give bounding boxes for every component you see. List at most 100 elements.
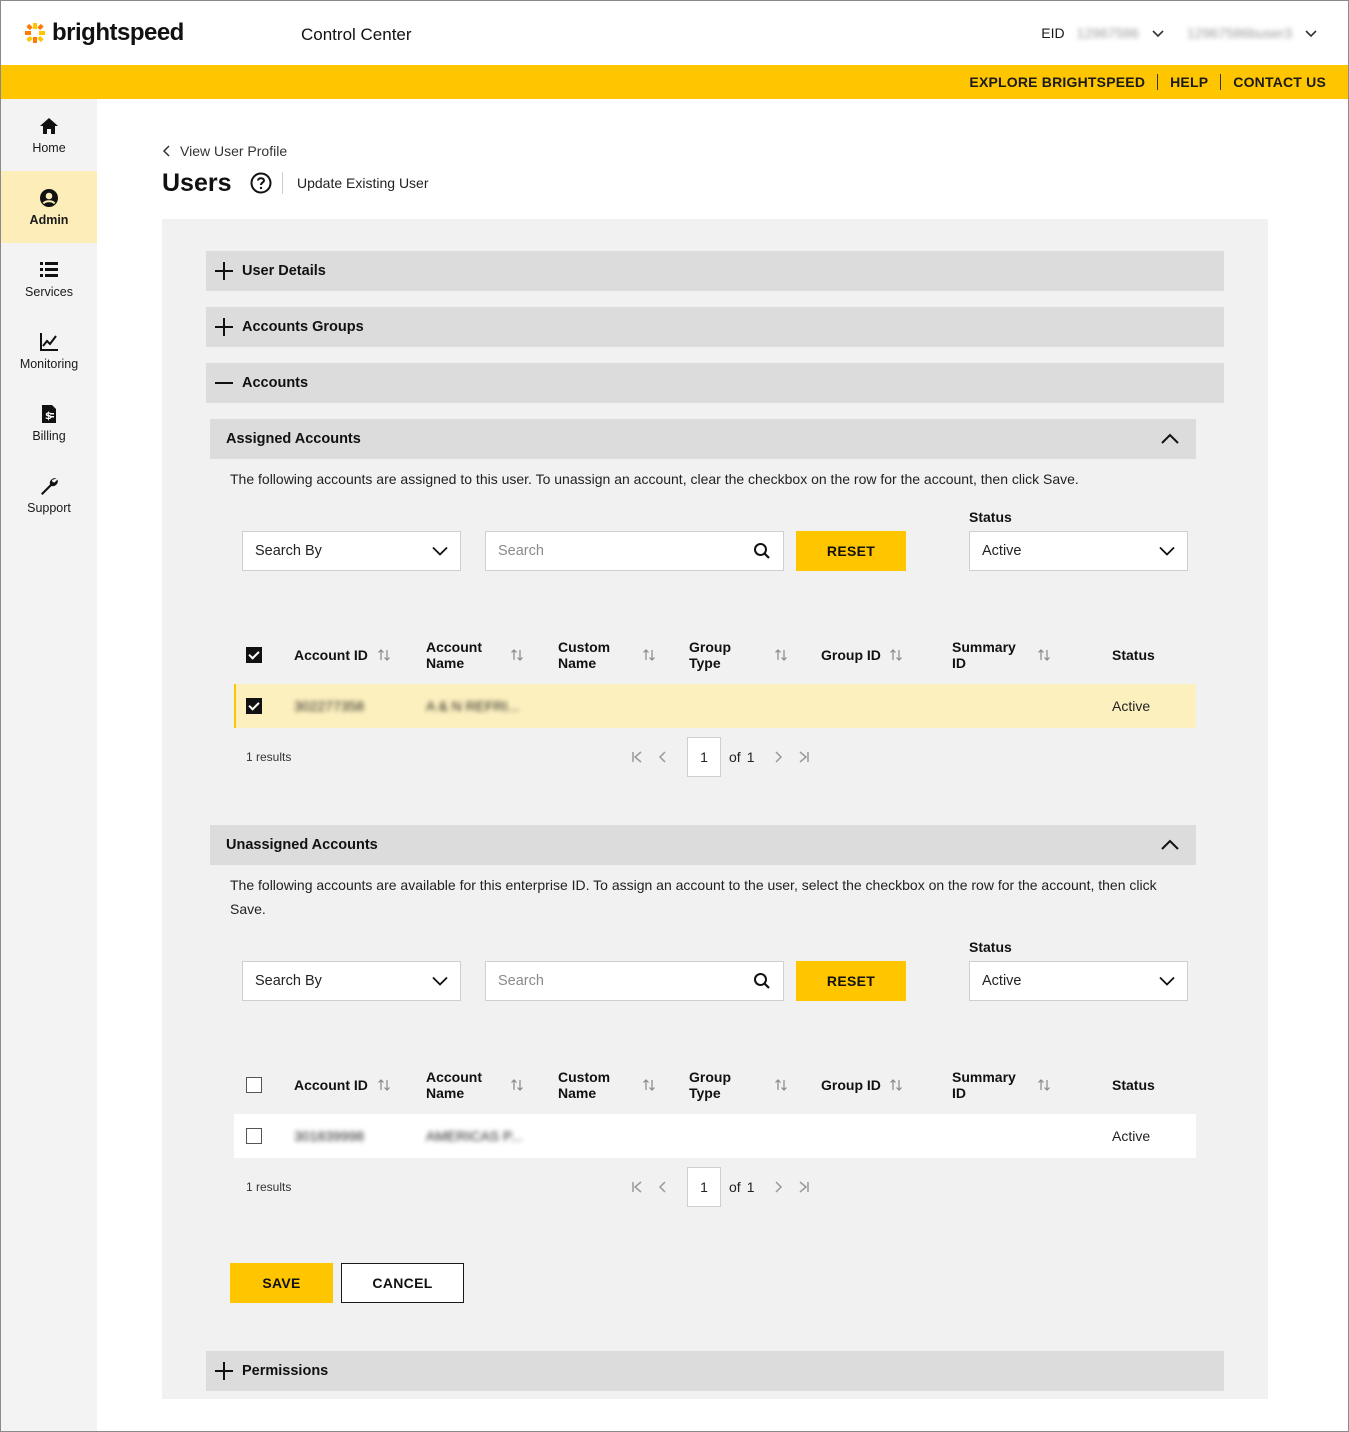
user-circle-icon <box>40 189 58 207</box>
sidebar-item-admin[interactable]: Admin <box>1 171 97 243</box>
sort-icon[interactable] <box>510 1078 524 1092</box>
search-icon[interactable] <box>753 542 771 560</box>
column-header-custom-name[interactable]: Custom Name <box>558 639 618 671</box>
sidebar-item-monitoring[interactable]: Monitoring <box>1 315 97 387</box>
page-number-input[interactable]: 1 <box>687 737 721 777</box>
table-row[interactable]: 302277358 A & N REFRI... Active <box>234 684 1196 728</box>
sidebar-item-services[interactable]: Services <box>1 243 97 315</box>
previous-page-icon[interactable] <box>655 749 671 765</box>
column-header-group-type[interactable]: Group Type <box>689 639 739 671</box>
row-checkbox[interactable] <box>246 698 262 714</box>
back-link[interactable]: View User Profile <box>162 143 287 159</box>
sort-icon[interactable] <box>889 1078 903 1092</box>
sidebar-item-support[interactable]: Support <box>1 459 97 531</box>
select-all-checkbox[interactable] <box>246 647 262 663</box>
save-button[interactable]: SAVE <box>230 1263 333 1303</box>
user-chevron-down-icon[interactable] <box>1304 26 1318 40</box>
sort-icon[interactable] <box>774 648 788 662</box>
account-switcher: EID 12967586 12967586buser3 <box>1041 25 1318 41</box>
select-value: Active <box>982 543 1022 559</box>
column-header-account-name[interactable]: Account Name <box>426 639 496 671</box>
select-all-checkbox[interactable] <box>246 1077 262 1093</box>
last-page-icon[interactable] <box>796 749 812 765</box>
accordion-label: User Details <box>242 263 326 279</box>
status-select[interactable]: Active <box>969 961 1188 1001</box>
permissions-accordion[interactable]: Permissions <box>206 1351 1224 1391</box>
page-number-input[interactable]: 1 <box>687 1167 721 1207</box>
previous-page-icon[interactable] <box>655 1179 671 1195</box>
sort-icon[interactable] <box>1037 1078 1051 1092</box>
page-of-label: of <box>729 749 741 765</box>
reset-button[interactable]: RESET <box>796 531 906 571</box>
sidebar: Home Admin Services Monitoring $ Billing… <box>1 99 97 1431</box>
chevron-up-icon[interactable] <box>1160 433 1180 445</box>
assigned-accounts-header[interactable]: Assigned Accounts <box>210 419 1196 459</box>
search-input[interactable] <box>498 973 728 989</box>
column-header-group-id[interactable]: Group ID <box>821 1077 881 1093</box>
accounts-accordion[interactable]: Accounts <box>206 363 1224 403</box>
sort-icon[interactable] <box>1037 648 1051 662</box>
column-header-account-id[interactable]: Account ID <box>294 647 368 663</box>
section-title: Unassigned Accounts <box>226 837 378 853</box>
sort-icon[interactable] <box>889 648 903 662</box>
next-page-icon[interactable] <box>770 749 786 765</box>
column-header-group-type[interactable]: Group Type <box>689 1069 739 1101</box>
eid-label: EID <box>1041 25 1065 41</box>
back-link-label: View User Profile <box>180 143 288 159</box>
select-value: Search By <box>255 543 322 559</box>
sort-icon[interactable] <box>774 1078 788 1092</box>
search-icon[interactable] <box>753 972 771 990</box>
status-select[interactable]: Active <box>969 531 1188 571</box>
invoice-icon: $ <box>42 405 56 423</box>
column-header-custom-name[interactable]: Custom Name <box>558 1069 618 1101</box>
sort-icon[interactable] <box>377 1078 391 1092</box>
first-page-icon[interactable] <box>629 1179 645 1195</box>
help-link[interactable]: HELP <box>1158 74 1220 90</box>
sort-icon[interactable] <box>510 648 524 662</box>
select-value: Search By <box>255 973 322 989</box>
search-field[interactable] <box>485 961 784 1001</box>
column-header-group-id[interactable]: Group ID <box>821 647 881 663</box>
cancel-button[interactable]: CANCEL <box>341 1263 464 1303</box>
total-pages: 1 <box>746 749 755 765</box>
accounts-groups-accordion[interactable]: Accounts Groups <box>206 307 1224 347</box>
search-input[interactable] <box>498 543 728 559</box>
unassigned-description: The following accounts are available for… <box>230 877 1157 917</box>
column-header-status: Status <box>1112 647 1155 663</box>
eid-value: 12967586 <box>1076 25 1139 41</box>
sidebar-item-label: Monitoring <box>19 357 79 371</box>
table-row[interactable]: 301839998 AMERICAS P... Active <box>234 1114 1196 1158</box>
unassigned-accounts-header[interactable]: Unassigned Accounts <box>210 825 1196 865</box>
sort-icon[interactable] <box>642 1078 656 1092</box>
chevron-down-icon <box>432 546 448 556</box>
column-header-status: Status <box>1112 1077 1155 1093</box>
user-details-accordion[interactable]: User Details <box>206 251 1224 291</box>
help-circle-icon[interactable] <box>250 172 272 194</box>
sidebar-item-label: Home <box>32 141 66 155</box>
status-cell: Active <box>1112 1128 1151 1144</box>
reset-button[interactable]: RESET <box>796 961 906 1001</box>
column-header-summary-id[interactable]: Summary ID <box>952 639 1022 671</box>
first-page-icon[interactable] <box>629 749 645 765</box>
last-page-icon[interactable] <box>796 1179 812 1195</box>
brand-logo[interactable]: brightspeed <box>24 19 184 47</box>
sort-icon[interactable] <box>377 648 391 662</box>
sidebar-item-billing[interactable]: $ Billing <box>1 387 97 459</box>
sidebar-item-home[interactable]: Home <box>1 99 97 171</box>
chevron-up-icon[interactable] <box>1160 839 1180 851</box>
app-title: Control Center <box>301 25 412 44</box>
row-checkbox[interactable] <box>246 1128 262 1144</box>
search-field[interactable] <box>485 531 784 571</box>
search-by-select[interactable]: Search By <box>242 531 461 571</box>
column-header-account-id[interactable]: Account ID <box>294 1077 368 1093</box>
column-header-summary-id[interactable]: Summary ID <box>952 1069 1022 1101</box>
accordion-label: Accounts <box>242 375 309 391</box>
contact-us-link[interactable]: CONTACT US <box>1221 74 1326 90</box>
next-page-icon[interactable] <box>770 1179 786 1195</box>
sort-icon[interactable] <box>642 648 656 662</box>
app-window: brightspeed Control Center EID 12967586 … <box>0 0 1349 1432</box>
explore-brightspeed-link[interactable]: EXPLORE BRIGHTSPEED <box>957 74 1157 90</box>
eid-chevron-down-icon[interactable] <box>1151 26 1165 40</box>
column-header-account-name[interactable]: Account Name <box>426 1069 496 1101</box>
search-by-select[interactable]: Search By <box>242 961 461 1001</box>
